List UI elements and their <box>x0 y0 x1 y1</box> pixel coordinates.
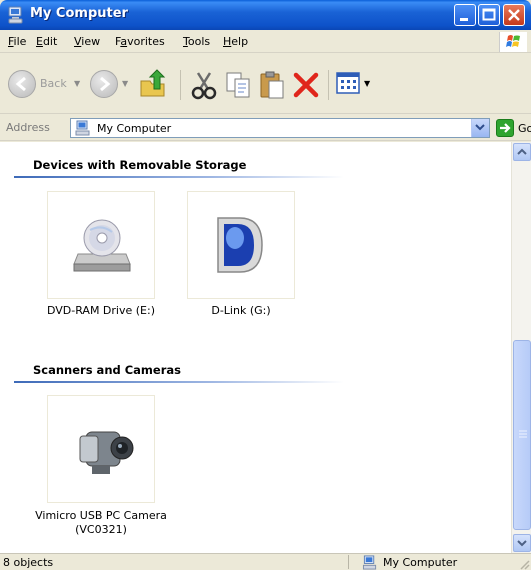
maximize-icon <box>482 8 496 21</box>
group-title-scanners-cameras: Scanners and Cameras <box>33 363 181 377</box>
group-divider <box>14 176 344 178</box>
address-label: Address <box>6 121 50 134</box>
scroll-down-button[interactable] <box>513 534 531 552</box>
forward-button[interactable] <box>90 70 118 98</box>
up-folder-icon <box>140 69 166 97</box>
group-title-removable-storage: Devices with Removable Storage <box>33 158 247 172</box>
menu-file[interactable]: File <box>8 35 26 48</box>
title-bar[interactable]: My Computer <box>0 0 531 30</box>
minimize-button[interactable] <box>454 4 476 26</box>
copy-button[interactable] <box>222 69 254 101</box>
back-label[interactable]: Back <box>40 77 67 90</box>
close-icon <box>508 9 520 21</box>
standard-toolbar: Back ▼ ▼ ▼ <box>0 54 531 114</box>
item-label-dvd[interactable]: DVD-RAM Drive (E:) <box>26 304 176 318</box>
views-icon <box>336 72 360 94</box>
vimicro-camera-item[interactable] <box>47 395 155 503</box>
paste-button[interactable] <box>256 69 288 101</box>
status-object-count: 8 objects <box>3 556 54 569</box>
chevron-up-icon <box>517 148 527 155</box>
windows-logo-icon <box>499 32 527 52</box>
window-title: My Computer <box>30 6 128 21</box>
toolbar-separator <box>180 70 181 100</box>
dvd-drive-icon <box>73 219 131 272</box>
address-value: My Computer <box>97 122 172 135</box>
forward-dropdown-icon[interactable]: ▼ <box>122 79 128 88</box>
delete-icon <box>293 72 319 98</box>
file-view[interactable]: Devices with Removable Storage DVD-RAM D… <box>0 142 511 553</box>
menu-tools[interactable]: Tools <box>183 35 210 48</box>
menu-bar: File Edit View Favorites Tools Help <box>0 30 531 53</box>
views-dropdown-icon[interactable]: ▼ <box>364 79 370 88</box>
menu-favorites[interactable]: Favorites <box>115 35 165 48</box>
close-button[interactable] <box>503 4 525 26</box>
address-bar: Address My Computer Go <box>0 115 531 141</box>
status-location: My Computer <box>383 556 458 569</box>
minimize-icon <box>460 18 468 21</box>
go-label[interactable]: Go <box>518 122 531 135</box>
dlink-drive-icon <box>217 217 263 273</box>
status-divider <box>348 555 349 569</box>
back-icon <box>15 76 26 92</box>
go-button[interactable] <box>496 119 514 137</box>
scroll-up-button[interactable] <box>513 143 531 161</box>
address-dropdown-button[interactable] <box>471 119 489 137</box>
item-label-camera[interactable]: Vimicro USB PC Camera (VC0321) <box>26 509 176 537</box>
item-label-dlink[interactable]: D-Link (G:) <box>166 304 316 318</box>
my-computer-icon <box>362 555 377 570</box>
resize-grip-icon[interactable] <box>518 558 530 570</box>
delete-button[interactable] <box>290 69 322 101</box>
cut-button[interactable] <box>188 69 220 101</box>
my-computer-icon <box>75 120 90 136</box>
up-folder-button[interactable] <box>138 69 168 99</box>
group-divider <box>14 381 344 383</box>
dvd-ram-drive-item[interactable] <box>47 191 155 299</box>
paste-icon <box>260 71 284 99</box>
camera-icon <box>79 431 134 474</box>
back-dropdown-icon[interactable]: ▼ <box>74 79 80 88</box>
go-arrow-icon <box>500 123 511 133</box>
cut-icon <box>191 72 217 100</box>
status-bar: 8 objects My Computer <box>0 553 531 570</box>
maximize-button[interactable] <box>478 4 500 26</box>
address-input[interactable]: My Computer <box>70 118 490 138</box>
menu-help[interactable]: Help <box>223 35 248 48</box>
my-computer-icon <box>8 6 23 24</box>
toolbar-separator <box>328 70 329 100</box>
grip-icon <box>519 430 527 438</box>
back-button[interactable] <box>8 70 36 98</box>
chevron-down-icon <box>475 124 485 131</box>
dlink-drive-item[interactable] <box>187 191 295 299</box>
chevron-down-icon <box>517 540 527 547</box>
vertical-scrollbar[interactable] <box>511 142 531 553</box>
copy-icon <box>226 72 250 98</box>
explorer-window: My Computer File Edit View Favorites Too… <box>0 0 531 570</box>
menu-view[interactable]: View <box>74 35 100 48</box>
views-button[interactable] <box>336 71 364 97</box>
scrollbar-thumb[interactable] <box>513 340 531 530</box>
forward-icon <box>100 76 111 92</box>
menu-edit[interactable]: Edit <box>36 35 57 48</box>
